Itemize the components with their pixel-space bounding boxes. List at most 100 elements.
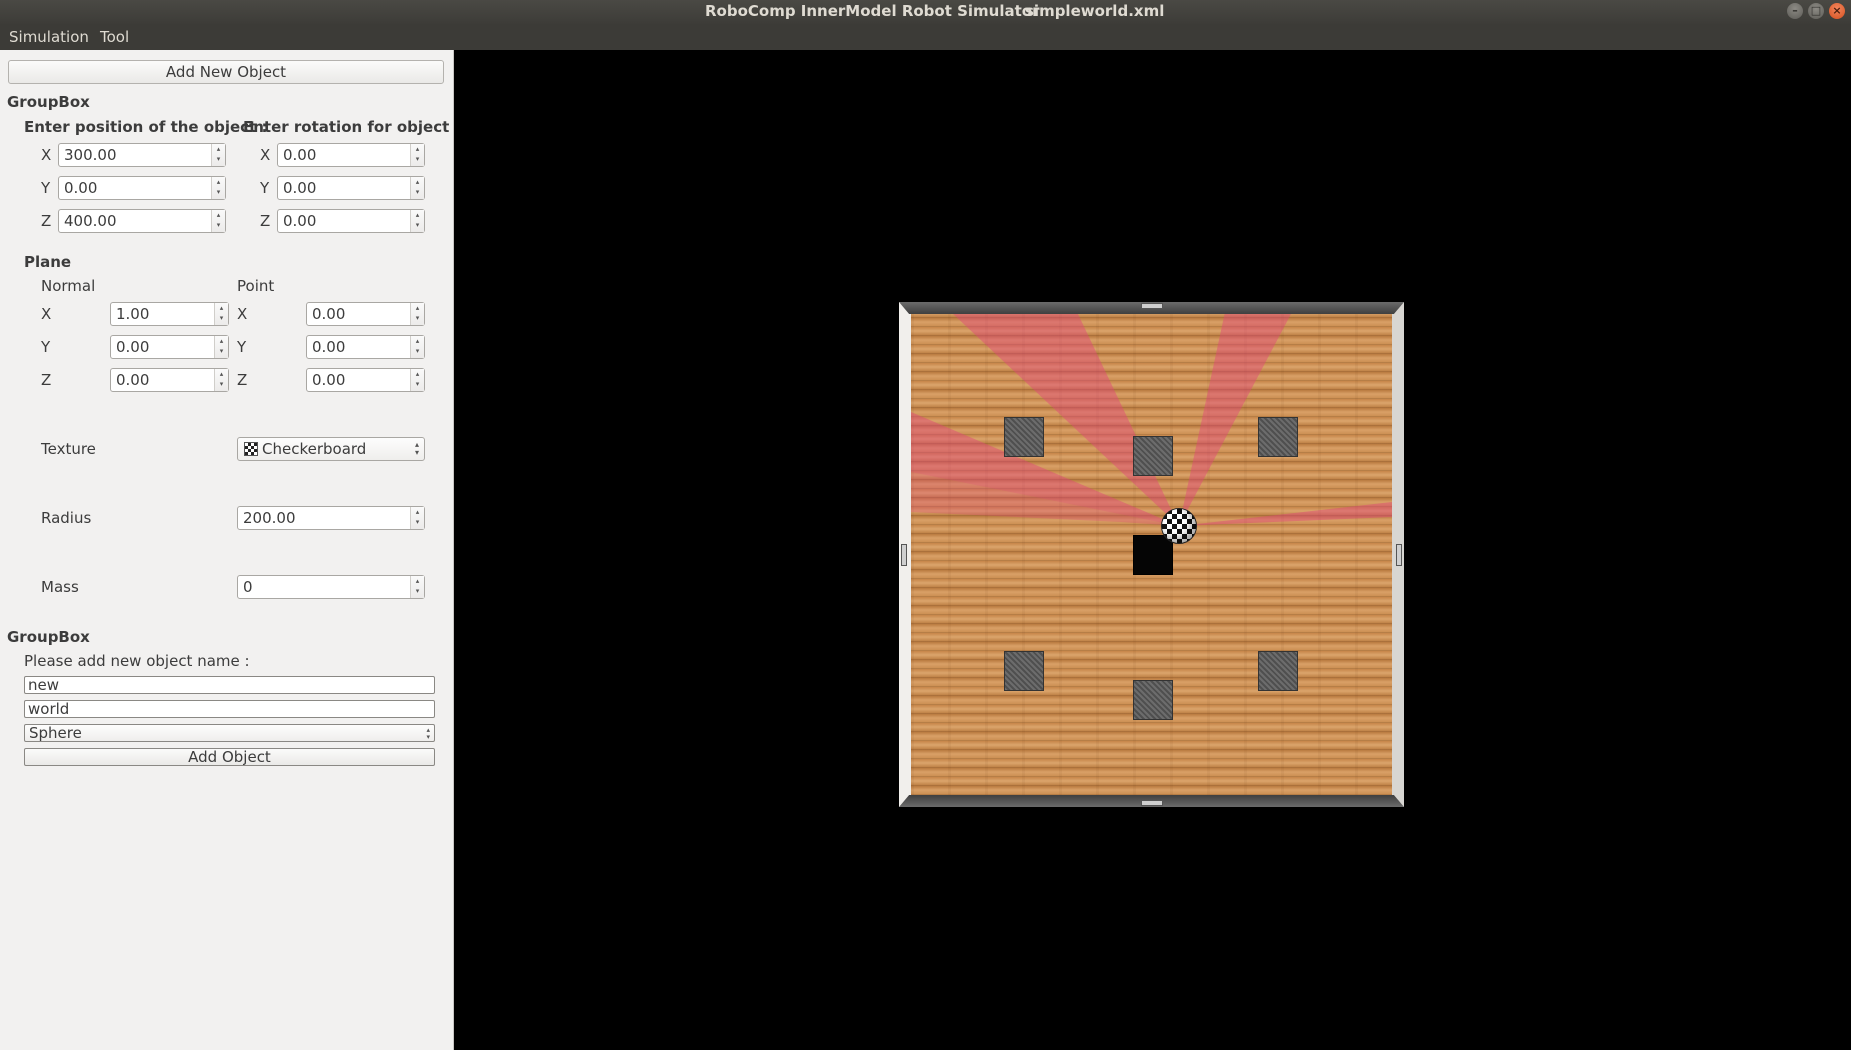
spin-arrows-icon[interactable]: ▴ ▾ <box>410 144 424 166</box>
rotation-y-label: Y <box>260 179 270 197</box>
chevron-updown-icon: ▴ ▾ <box>414 440 419 457</box>
groupbox2-title: GroupBox <box>7 628 90 646</box>
radius-spinbox[interactable]: 200.00 ▴ ▾ <box>237 506 425 530</box>
wall-handle-left <box>901 544 907 566</box>
normal-x-label: X <box>41 305 52 323</box>
position-z-label: Z <box>41 212 52 230</box>
object-name-input[interactable]: new <box>24 676 435 694</box>
rotation-y-spinbox[interactable]: 0.00 ▴ ▾ <box>277 176 425 200</box>
robot-base <box>1133 535 1173 575</box>
rotation-heading: Enter rotation for object : <box>243 118 461 136</box>
position-x-spinbox[interactable]: 300.00 ▴ ▾ <box>58 143 226 167</box>
point-heading: Point <box>237 277 275 295</box>
position-z-spinbox[interactable]: 400.00 ▴ ▾ <box>58 209 226 233</box>
wall-handle-top <box>1141 303 1163 309</box>
wooden-floor <box>911 312 1392 795</box>
checkerboard-sphere <box>1161 508 1197 544</box>
position-x-value: 300.00 <box>64 146 117 164</box>
point-z-spinbox[interactable]: 0.00 ▴ ▾ <box>306 368 425 392</box>
radius-label: Radius <box>41 509 92 527</box>
spin-arrows-icon[interactable]: ▴ ▾ <box>211 144 225 166</box>
point-y-value: 0.00 <box>312 338 346 356</box>
shape-value: Sphere <box>29 724 82 742</box>
rotation-x-label: X <box>260 146 271 164</box>
normal-y-spinbox[interactable]: 0.00 ▴ ▾ <box>110 335 229 359</box>
normal-z-value: 0.00 <box>116 371 150 389</box>
spin-arrows-icon[interactable]: ▴ ▾ <box>410 210 424 232</box>
spin-arrows-icon[interactable]: ▴ ▾ <box>410 336 424 358</box>
point-x-value: 0.00 <box>312 305 346 323</box>
obstacle-box <box>1258 417 1298 457</box>
position-z-value: 400.00 <box>64 212 117 230</box>
position-y-value: 0.00 <box>64 179 98 197</box>
normal-x-value: 1.00 <box>116 305 150 323</box>
rotation-z-spinbox[interactable]: 0.00 ▴ ▾ <box>277 209 425 233</box>
obstacle-box <box>1133 680 1173 720</box>
obstacle-box <box>1004 651 1044 691</box>
spin-arrows-icon[interactable]: ▴ ▾ <box>214 303 228 325</box>
spin-arrows-icon[interactable]: ▴ ▾ <box>410 507 424 529</box>
obstacle-box <box>1133 436 1173 476</box>
point-y-spinbox[interactable]: 0.00 ▴ ▾ <box>306 335 425 359</box>
shape-combobox[interactable]: Sphere ▴ ▾ <box>24 724 435 742</box>
maximize-icon[interactable]: □ <box>1808 3 1824 19</box>
normal-y-label: Y <box>41 338 51 356</box>
normal-z-label: Z <box>41 371 52 389</box>
name-prompt: Please add new object name : <box>24 652 250 670</box>
point-z-label: Z <box>237 371 248 389</box>
chevron-updown-icon: ▴ ▾ <box>426 726 430 741</box>
menu-simulation[interactable]: Simulation <box>9 28 89 46</box>
checkerboard-icon <box>244 442 258 456</box>
mass-value: 0 <box>243 578 253 596</box>
texture-combobox[interactable]: Checkerboard ▴ ▾ <box>237 437 425 461</box>
spin-arrows-icon[interactable]: ▴ ▾ <box>214 369 228 391</box>
obstacle-box <box>1004 417 1044 457</box>
normal-x-spinbox[interactable]: 1.00 ▴ ▾ <box>110 302 229 326</box>
spin-arrows-icon[interactable]: ▴ ▾ <box>410 576 424 598</box>
rotation-x-spinbox[interactable]: 0.00 ▴ ▾ <box>277 143 425 167</box>
point-x-spinbox[interactable]: 0.00 ▴ ▾ <box>306 302 425 326</box>
texture-value: Checkerboard <box>262 440 367 458</box>
mass-spinbox[interactable]: 0 ▴ ▾ <box>237 575 425 599</box>
object-name-value: new <box>28 676 60 694</box>
plane-heading: Plane <box>24 253 72 271</box>
object-panel: Add New Object GroupBox Enter position o… <box>0 50 461 1050</box>
position-x-label: X <box>41 146 52 164</box>
radius-value: 200.00 <box>243 509 296 527</box>
normal-y-value: 0.00 <box>116 338 150 356</box>
menu-bar: Simulation Tool <box>0 24 1851 50</box>
world-arena <box>899 302 1404 807</box>
wall-handle-right <box>1396 544 1402 566</box>
position-heading: Enter position of the object : <box>24 118 268 136</box>
parent-name-input[interactable]: world <box>24 700 435 718</box>
minimize-icon[interactable]: – <box>1787 3 1803 19</box>
point-z-value: 0.00 <box>312 371 346 389</box>
rotation-y-value: 0.00 <box>283 179 317 197</box>
position-y-spinbox[interactable]: 0.00 ▴ ▾ <box>58 176 226 200</box>
mass-label: Mass <box>41 578 79 596</box>
laser-beam <box>1179 502 1392 526</box>
menu-tool[interactable]: Tool <box>100 28 129 46</box>
obstacle-box <box>1258 651 1298 691</box>
normal-heading: Normal <box>41 277 96 295</box>
close-icon[interactable]: × <box>1829 3 1845 19</box>
position-y-label: Y <box>41 179 51 197</box>
parent-name-value: world <box>28 700 70 718</box>
spin-arrows-icon[interactable]: ▴ ▾ <box>211 177 225 199</box>
spin-arrows-icon[interactable]: ▴ ▾ <box>410 303 424 325</box>
point-y-label: Y <box>237 338 247 356</box>
wall-handle-bottom <box>1141 800 1163 806</box>
spin-arrows-icon[interactable]: ▴ ▾ <box>214 336 228 358</box>
spin-arrows-icon[interactable]: ▴ ▾ <box>211 210 225 232</box>
window-title: RoboComp InnerModel Robot Simulator <box>705 2 1040 20</box>
normal-z-spinbox[interactable]: 0.00 ▴ ▾ <box>110 368 229 392</box>
rotation-z-value: 0.00 <box>283 212 317 230</box>
spin-arrows-icon[interactable]: ▴ ▾ <box>410 369 424 391</box>
point-x-label: X <box>237 305 248 323</box>
add-new-object-button[interactable]: Add New Object <box>8 60 444 84</box>
texture-label: Texture <box>41 440 96 458</box>
rotation-z-label: Z <box>260 212 271 230</box>
add-object-button[interactable]: Add Object <box>24 748 435 766</box>
spin-arrows-icon[interactable]: ▴ ▾ <box>410 177 424 199</box>
rotation-x-value: 0.00 <box>283 146 317 164</box>
